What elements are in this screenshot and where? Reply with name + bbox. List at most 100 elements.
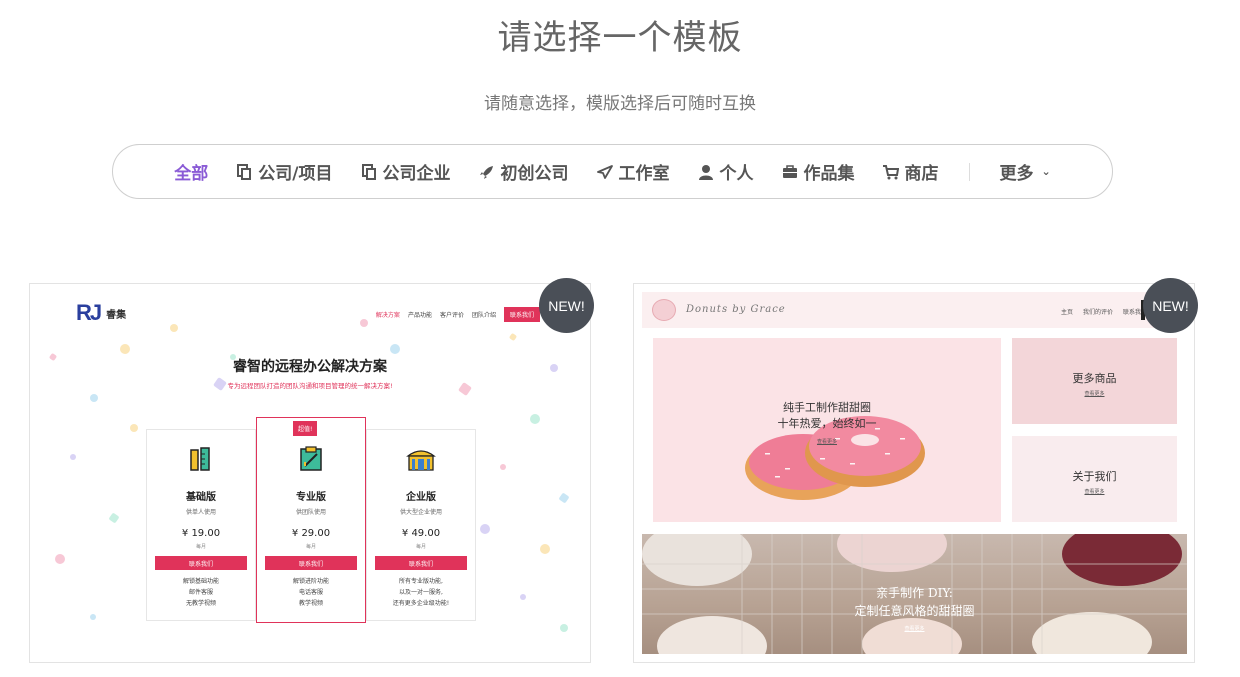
category-nav: 全部 公司/项目 公司企业 初创公司 工作室 个人 作品集 商店 更多 ⌄ — [112, 144, 1113, 199]
confetti-dot — [90, 614, 96, 620]
copy-icon — [361, 163, 376, 180]
hero-line-1: 纯手工制作甜甜圈 — [783, 401, 871, 414]
template-hero: 纯手工制作甜甜圈 十年热爱，始终如一 查看更多 — [653, 338, 1001, 522]
plan-desc: 供单人使用 — [185, 509, 216, 516]
confetti-dot — [70, 454, 76, 460]
briefcase-icon — [782, 164, 797, 178]
confetti-dot — [558, 492, 570, 504]
nav-item-company-project[interactable]: 公司/项目 — [222, 159, 346, 184]
plan-unit: 每月 — [415, 544, 426, 550]
template-logo: RJ 睿集 — [76, 300, 126, 326]
nav-item-label: 公司/项目 — [258, 164, 333, 184]
side-panel-about: 关于我们 查看更多 — [1012, 436, 1177, 522]
blueprint-icon — [300, 446, 322, 471]
nav-item-label: 商店 — [904, 164, 939, 184]
nav-item-portfolio[interactable]: 作品集 — [768, 159, 869, 184]
confetti-dot — [390, 344, 400, 354]
confetti-dot — [108, 512, 120, 524]
banner-link: 查看更多 — [904, 626, 925, 632]
confetti-dot — [560, 624, 568, 632]
template-nav-item: 团队介绍 — [471, 312, 496, 319]
nav-item-studio[interactable]: 工作室 — [583, 159, 684, 184]
plan-desc: 供大型企业使用 — [399, 509, 442, 516]
banner-text: 亲手制作 DIY: 定制任意风格的甜甜圈 查看更多 — [642, 584, 1187, 638]
nav-item-label: 工作室 — [618, 164, 670, 184]
copy-icon — [237, 163, 252, 180]
template-nav-item: 主页 — [1060, 309, 1073, 316]
plan-contact-button: 联系我们 — [375, 556, 467, 570]
template-contact-button: 联系我们 — [503, 307, 540, 322]
plan-contact-button: 联系我们 — [155, 556, 247, 570]
user-icon — [698, 164, 713, 180]
confetti-dot — [520, 594, 526, 600]
plan-unit: 每月 — [305, 544, 316, 550]
nav-item-personal[interactable]: 个人 — [684, 159, 768, 184]
plan-basic: 基础版 供单人使用 ¥ 19.00 每月 联系我们 解锁基础功能 邮件客服 无教… — [146, 429, 256, 621]
template-nav-item: 客户评价 — [439, 312, 464, 319]
plan-features: 所有专业版功能, 以及一对一服务, 还有更多企业级功能! — [392, 578, 450, 607]
nav-item-label: 公司企业 — [382, 164, 451, 184]
nav-divider — [968, 162, 970, 181]
hero-text: 纯手工制作甜甜圈 十年热爱，始终如一 查看更多 — [653, 400, 1001, 450]
confetti-dot — [130, 424, 138, 432]
brand-name: Donuts by Grace — [686, 304, 786, 315]
template-card-remote-work[interactable]: NEW! RJ 睿集 解决方案 产品功能 客户评价 团队介绍 联系我们 睿智的远… — [29, 278, 594, 663]
side-panel-title: 更多商品 — [1072, 372, 1117, 385]
plan-name: 基础版 — [186, 492, 216, 503]
chevron-down-icon: ⌄ — [1041, 165, 1051, 178]
confetti-dot — [55, 554, 65, 564]
ruler-pencil-icon — [190, 447, 210, 471]
plan-enterprise: 企业版 供大型企业使用 ¥ 49.00 每月 联系我们 所有专业版功能, 以及一… — [366, 429, 476, 621]
send-icon — [596, 164, 613, 179]
plan-price: ¥ 49.00 — [401, 528, 441, 539]
new-badge: NEW! — [539, 278, 594, 333]
donut-logo-icon — [652, 299, 676, 321]
banner-line-1: 亲手制作 DIY: — [876, 586, 953, 600]
rocket-icon — [479, 165, 493, 179]
page-subtitle: 请随意选择，模版选择后可随时互换 — [484, 94, 756, 114]
confetti-dot — [508, 332, 518, 342]
confetti-dot — [530, 414, 540, 424]
nav-item-enterprise[interactable]: 公司企业 — [347, 159, 465, 184]
side-panel-link: 查看更多 — [1084, 391, 1105, 397]
confetti-dot — [170, 324, 178, 332]
plan-contact-button: 联系我们 — [265, 556, 357, 570]
page-title: 请选择一个模板 — [497, 18, 743, 58]
nav-item-label: 初创公司 — [500, 164, 569, 184]
side-panel-title: 关于我们 — [1072, 470, 1117, 483]
nav-item-label: 全部 — [174, 164, 209, 184]
cart-icon — [882, 164, 899, 179]
plan-features: 解锁进阶功能 电话客服 教学视频 — [292, 578, 329, 607]
new-badge: NEW! — [1143, 278, 1198, 333]
nav-item-label: 作品集 — [803, 164, 855, 184]
plan-name: 专业版 — [296, 492, 326, 503]
plan-features: 解锁基础功能 邮件客服 无教学视频 — [182, 578, 219, 607]
plan-price: ¥ 29.00 — [291, 528, 331, 539]
nav-more-dropdown[interactable]: 更多 ⌄ — [986, 159, 1065, 184]
plan-flag: 超值! — [293, 421, 318, 436]
nav-more-label: 更多 — [999, 164, 1034, 184]
template-card-donuts[interactable]: NEW! Donuts by Grace 主页 我们的评价 联系我们 纯手工制作… — [633, 278, 1198, 663]
template-nav-item: 解决方案 — [375, 312, 400, 319]
confetti-dot — [360, 319, 368, 327]
template-hero-subtitle: 专为远程团队打造的团队沟通和项目管理的统一解决方案! — [227, 382, 393, 390]
nav-item-startup[interactable]: 初创公司 — [465, 159, 583, 184]
nav-item-all[interactable]: 全部 — [160, 159, 222, 184]
template-nav-item: 我们的评价 — [1082, 309, 1113, 316]
plan-desc: 供团队使用 — [295, 509, 326, 516]
hero-line-2: 十年热爱，始终如一 — [777, 417, 877, 430]
template-nav: 主页 我们的评价 联系我们 — [1061, 307, 1147, 316]
nav-item-shop[interactable]: 商店 — [869, 159, 953, 184]
side-panel-link: 查看更多 — [1084, 489, 1105, 495]
brand-name: 睿集 — [106, 309, 127, 321]
plan-price: ¥ 19.00 — [181, 528, 221, 539]
logo-mark: RJ — [76, 300, 102, 325]
confetti-dot — [500, 464, 506, 470]
banner-line-2: 定制任意风格的甜甜圈 — [854, 604, 975, 618]
template-hero-title: 睿智的远程办公解决方案 — [233, 359, 387, 375]
template-nav: 解决方案 产品功能 客户评价 团队介绍 联系我们 — [376, 307, 540, 322]
building-icon — [406, 450, 436, 471]
hero-link: 查看更多 — [816, 439, 837, 445]
template-nav-item: 产品功能 — [407, 312, 432, 319]
confetti-dot — [90, 394, 98, 402]
